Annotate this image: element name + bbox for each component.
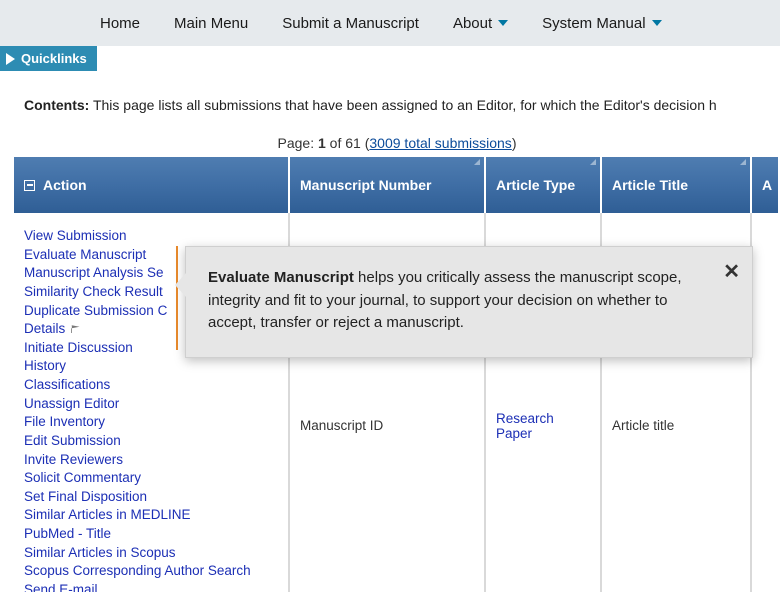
- col-article-type[interactable]: Article Type: [486, 157, 602, 213]
- evaluate-manuscript-tooltip: ✕ Evaluate Manuscript helps you critical…: [185, 246, 753, 358]
- sort-icon: [474, 159, 480, 165]
- tooltip-close-button[interactable]: ✕: [723, 257, 740, 287]
- chevron-down-icon: [652, 20, 662, 26]
- nav-main-menu[interactable]: Main Menu: [174, 15, 248, 32]
- col-extra[interactable]: A: [752, 157, 778, 213]
- col-article-title-label: Article Title: [612, 177, 688, 193]
- chevron-down-icon: [498, 20, 508, 26]
- pager-prefix: Page:: [278, 135, 318, 151]
- article-title-value: Article title: [612, 418, 674, 433]
- col-action[interactable]: Action: [14, 157, 290, 213]
- action-similar-medline[interactable]: Similar Articles in MEDLINE: [24, 506, 278, 525]
- sort-icon: [590, 159, 596, 165]
- quicklinks-label: Quicklinks: [21, 51, 87, 66]
- contents-text: This page lists all submissions that hav…: [93, 97, 717, 113]
- action-scopus-author-search[interactable]: Scopus Corresponding Author Search: [24, 562, 278, 581]
- table-header: Action Manuscript Number Article Type Ar…: [14, 157, 780, 213]
- cell-extra: [752, 213, 778, 592]
- col-manuscript-number-label: Manuscript Number: [300, 177, 431, 193]
- nav-submit-manuscript[interactable]: Submit a Manuscript: [282, 15, 419, 32]
- action-edit-submission[interactable]: Edit Submission: [24, 432, 278, 451]
- flag-icon: [71, 325, 81, 333]
- tooltip-pointer-rule: [176, 246, 178, 350]
- action-unassign-editor[interactable]: Unassign Editor: [24, 395, 278, 414]
- sort-icon: [740, 159, 746, 165]
- quicklinks-bar: Quicklinks: [0, 46, 780, 71]
- pager-suffix: ): [512, 135, 517, 151]
- action-send-email[interactable]: Send E-mail: [24, 581, 278, 592]
- nav-system-manual-label: System Manual: [542, 15, 645, 32]
- action-pubmed-title[interactable]: PubMed - Title: [24, 525, 278, 544]
- action-details-label: Details: [24, 321, 65, 336]
- contents-label: Contents:: [24, 97, 89, 113]
- action-set-final-disposition[interactable]: Set Final Disposition: [24, 488, 278, 507]
- contents-description: Contents: This page lists all submission…: [0, 71, 780, 131]
- tooltip-term: Evaluate Manuscript: [208, 269, 354, 286]
- action-classifications[interactable]: Classifications: [24, 376, 278, 395]
- nav-home[interactable]: Home: [100, 15, 140, 32]
- nav-about[interactable]: About: [453, 15, 508, 32]
- col-manuscript-number[interactable]: Manuscript Number: [290, 157, 486, 213]
- col-article-type-label: Article Type: [496, 177, 575, 193]
- article-type-value[interactable]: Research Paper: [496, 411, 590, 441]
- nav-system-manual[interactable]: System Manual: [542, 15, 661, 32]
- arrow-right-icon: [6, 53, 15, 65]
- action-solicit-commentary[interactable]: Solicit Commentary: [24, 469, 278, 488]
- col-article-title[interactable]: Article Title: [602, 157, 752, 213]
- pager-of: of 61 (: [326, 135, 370, 151]
- action-file-inventory[interactable]: File Inventory: [24, 413, 278, 432]
- action-invite-reviewers[interactable]: Invite Reviewers: [24, 451, 278, 470]
- action-view-submission[interactable]: View Submission: [24, 227, 278, 246]
- action-similar-scopus[interactable]: Similar Articles in Scopus: [24, 544, 278, 563]
- pager-total-link[interactable]: 3009 total submissions: [369, 135, 511, 151]
- submissions-table: Page: 1 of 61 (3009 total submissions) A…: [14, 131, 780, 592]
- col-action-label: Action: [43, 177, 87, 193]
- action-history[interactable]: History: [24, 357, 278, 376]
- manuscript-id-value: Manuscript ID: [300, 418, 383, 433]
- top-nav: Home Main Menu Submit a Manuscript About…: [0, 0, 780, 46]
- pager-current: 1: [318, 135, 326, 151]
- col-extra-label: A: [762, 177, 772, 193]
- nav-about-label: About: [453, 15, 492, 32]
- pager: Page: 1 of 61 (3009 total submissions): [14, 131, 780, 157]
- collapse-icon[interactable]: [24, 180, 35, 191]
- quicklinks-button[interactable]: Quicklinks: [0, 46, 97, 71]
